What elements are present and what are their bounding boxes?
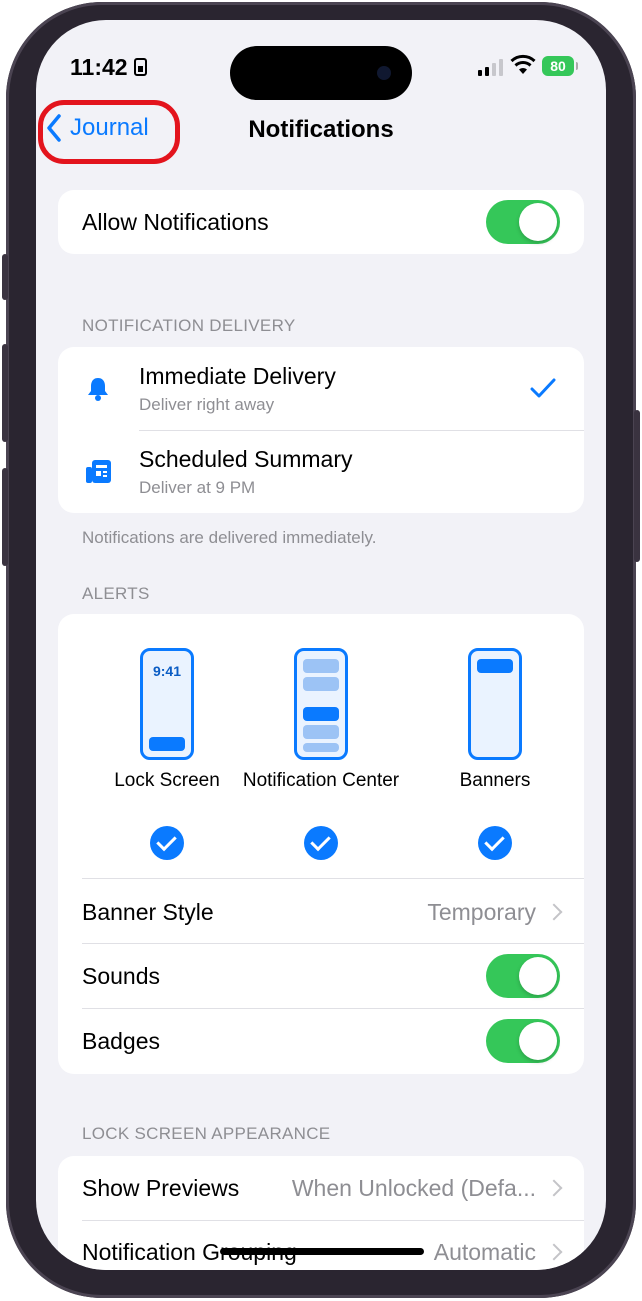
notification-grouping-value: Automatic: [433, 1238, 536, 1265]
notification-center-preview: [294, 648, 348, 760]
preview-bar: [303, 659, 339, 673]
show-previews-label: Show Previews: [82, 1174, 240, 1201]
lock-screen-check-icon[interactable]: [150, 826, 184, 860]
banners-check-icon[interactable]: [478, 826, 512, 860]
scheduled-summary-title: Scheduled Summary: [139, 446, 353, 472]
camera-icon: [377, 66, 391, 80]
lock-screen-alert-option[interactable]: 9:41 Lock Screen: [82, 648, 252, 860]
delivery-footer: Notifications are delivered immediately.: [82, 528, 377, 547]
lock-screen-appearance-header: LOCK SCREEN APPEARANCE: [82, 1124, 331, 1143]
delivery-header: NOTIFICATION DELIVERY: [82, 316, 296, 335]
notification-center-check-icon[interactable]: [304, 826, 338, 860]
show-previews-row[interactable]: Show Previews When Unlocked (Defa...: [82, 1166, 563, 1210]
sounds-toggle[interactable]: [486, 954, 560, 998]
volume-down-button: [2, 468, 8, 566]
divider: [82, 943, 584, 944]
bell-icon: [88, 378, 108, 401]
alerts-card: 9:41 Lock Screen Notification Center Ban…: [58, 614, 584, 1074]
chevron-right-icon: [545, 1243, 563, 1261]
alerts-header: ALERTS: [82, 584, 150, 603]
banner-style-label: Banner Style: [82, 898, 214, 925]
scheduled-summary-option[interactable]: Scheduled Summary Deliver at 9 PM: [58, 431, 584, 513]
banners-preview: [468, 648, 522, 760]
lock-screen-preview: 9:41: [140, 648, 194, 760]
allow-notifications-toggle[interactable]: [486, 200, 560, 244]
checkmark-icon: [530, 378, 556, 398]
allow-notifications-card: Allow Notifications: [58, 190, 584, 254]
immediate-delivery-option[interactable]: Immediate Delivery Deliver right away: [58, 347, 584, 430]
delivery-card: Immediate Delivery Deliver right away Sc…: [58, 347, 584, 513]
divider: [82, 878, 584, 879]
preview-time: 9:41: [152, 663, 182, 679]
chevron-right-icon: [545, 1179, 563, 1197]
banners-label: Banners: [459, 770, 531, 791]
preview-bar: [303, 725, 339, 739]
badges-toggle[interactable]: [486, 1019, 560, 1063]
volume-up-button: [2, 344, 8, 442]
preview-notification-bar: [149, 737, 185, 751]
notification-center-label: Notification Center: [242, 770, 400, 791]
summary-icon: [86, 460, 111, 483]
immediate-delivery-title: Immediate Delivery: [139, 363, 336, 389]
cellular-signal-icon: [478, 58, 503, 76]
preview-bar: [477, 659, 513, 673]
page-title: Notifications: [248, 116, 394, 143]
show-previews-value: When Unlocked (Defa...: [291, 1174, 536, 1201]
allow-notifications-label: Allow Notifications: [82, 208, 269, 235]
dynamic-island: [230, 46, 412, 100]
chevron-right-icon: [545, 903, 563, 921]
lock-screen-label: Lock Screen: [114, 770, 220, 791]
badges-label: Badges: [82, 1027, 161, 1054]
notification-center-alert-option[interactable]: Notification Center: [236, 648, 406, 860]
sim-icon: [134, 58, 147, 76]
screen: 11:42 80 Journal Notifications Allow Not…: [36, 20, 606, 1270]
banner-style-row[interactable]: Banner Style Temporary: [82, 890, 563, 934]
divider: [82, 1220, 584, 1221]
side-button: [634, 410, 640, 562]
preview-bar: [303, 743, 339, 752]
badges-row: Badges: [82, 1019, 560, 1063]
preview-bar: [303, 707, 339, 721]
sounds-label: Sounds: [82, 962, 161, 989]
divider: [82, 1008, 584, 1009]
wifi-icon: [510, 54, 536, 74]
banner-style-value: Temporary: [427, 898, 536, 925]
volume-button: [2, 254, 8, 300]
scheduled-summary-subtitle: Deliver at 9 PM: [139, 478, 256, 497]
preview-bar: [303, 677, 339, 691]
banners-alert-option[interactable]: Banners: [410, 648, 580, 860]
battery-icon: 80: [542, 56, 578, 76]
immediate-delivery-subtitle: Deliver right away: [139, 395, 275, 414]
sounds-row: Sounds: [82, 954, 560, 998]
home-indicator[interactable]: [220, 1248, 424, 1255]
status-time: 11:42: [70, 54, 128, 80]
